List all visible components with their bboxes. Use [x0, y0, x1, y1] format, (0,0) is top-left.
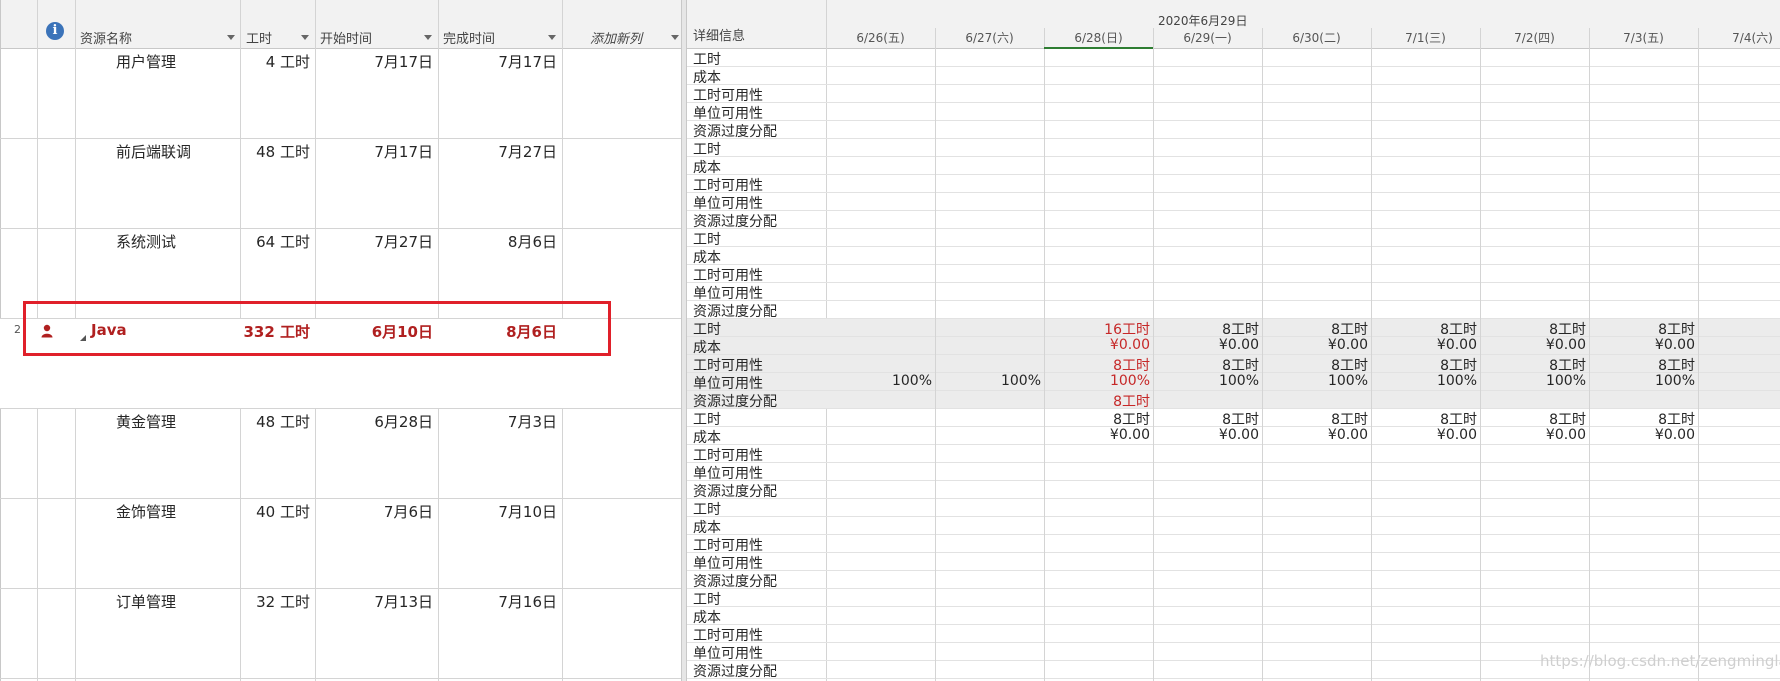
- day-header[interactable]: 7/1(三): [1371, 29, 1480, 46]
- column-header-name[interactable]: 资源名称: [80, 28, 132, 47]
- finish-date[interactable]: 7月10日: [438, 501, 560, 522]
- day-header[interactable]: 6/26(五): [826, 29, 935, 46]
- day-header[interactable]: 7/3(五): [1589, 29, 1698, 46]
- chevron-down-icon[interactable]: [424, 35, 432, 40]
- timescale-cell[interactable]: 8工时: [1371, 319, 1477, 339]
- task-name[interactable]: 黄金管理: [116, 411, 256, 432]
- timescale-cell[interactable]: 100%: [1153, 373, 1259, 389]
- chevron-down-icon[interactable]: [548, 35, 556, 40]
- timescale-cell[interactable]: 1: [1698, 373, 1780, 389]
- timescale-cell[interactable]: ¥0.00: [1589, 427, 1695, 443]
- timescale-cell[interactable]: 8工时: [1480, 409, 1586, 429]
- column-header-finish[interactable]: 完成时间: [443, 28, 495, 47]
- timescale-cell[interactable]: 100%: [1262, 373, 1368, 389]
- timescale-cell[interactable]: 8工时: [1589, 319, 1695, 339]
- work-value[interactable]: 4 工时: [240, 51, 313, 72]
- task-name[interactable]: 前后端联调: [116, 141, 256, 162]
- timescale-cell[interactable]: 100%: [826, 373, 932, 389]
- timescale-cell[interactable]: 8工时: [1480, 319, 1586, 339]
- timescale-cell[interactable]: 100%: [1589, 373, 1695, 389]
- task-name[interactable]: 订单管理: [116, 591, 256, 612]
- work-value[interactable]: 40 工时: [240, 501, 313, 522]
- timescale-cell[interactable]: 8工时: [1480, 355, 1586, 375]
- work-value[interactable]: 32 工时: [240, 591, 313, 612]
- timescale-cell[interactable]: 8工时: [1044, 391, 1150, 411]
- timescale-cell[interactable]: 8工时: [1371, 409, 1477, 429]
- timescale-cell[interactable]: ¥0.00: [1480, 337, 1586, 353]
- timescale-cell[interactable]: ¥0.00: [1371, 337, 1477, 353]
- task-name[interactable]: 用户管理: [116, 51, 256, 72]
- finish-date[interactable]: 7月17日: [438, 51, 560, 72]
- column-header-start[interactable]: 开始时间: [320, 28, 372, 47]
- task-name[interactable]: 金饰管理: [116, 501, 256, 522]
- start-date[interactable]: 7月6日: [315, 501, 436, 522]
- chevron-down-icon[interactable]: [671, 35, 679, 40]
- add-new-column[interactable]: 添加新列: [590, 28, 642, 47]
- start-date[interactable]: 7月27日: [315, 231, 436, 252]
- week-label: 2020年6月29日: [1158, 14, 1248, 28]
- finish-date[interactable]: 7月3日: [438, 411, 560, 432]
- day-header[interactable]: 6/29(一): [1153, 29, 1262, 46]
- watermark: https://blog.csdn.net/zengminglan: [1540, 652, 1780, 670]
- task-name[interactable]: 系统测试: [116, 231, 256, 252]
- start-date[interactable]: 7月17日: [315, 141, 436, 162]
- timescale-cell[interactable]: ¥0.00: [1044, 337, 1150, 353]
- timescale-cell[interactable]: 100%: [935, 373, 1041, 389]
- timescale-cell[interactable]: 100%: [1044, 373, 1150, 389]
- timescale-cell[interactable]: ¥0.00: [1480, 427, 1586, 443]
- chevron-down-icon[interactable]: [227, 35, 235, 40]
- timescale-cell[interactable]: ¥0.00: [1153, 337, 1259, 353]
- timescale-cell[interactable]: 8工时: [1153, 409, 1259, 429]
- timescale-cell[interactable]: 8工时: [1262, 355, 1368, 375]
- day-header[interactable]: 6/27(六): [935, 29, 1044, 46]
- work-value[interactable]: 64 工时: [240, 231, 313, 252]
- timescale-cell[interactable]: 16工时: [1044, 319, 1150, 339]
- timescale-cell[interactable]: 8工时: [1044, 355, 1150, 375]
- timescale-cell[interactable]: ¥0.00: [1262, 427, 1368, 443]
- timescale-cell[interactable]: 8工时: [1262, 319, 1368, 339]
- timescale-cell[interactable]: 8工时: [1044, 409, 1150, 429]
- timescale-cell[interactable]: ¥0.00: [1044, 427, 1150, 443]
- work-value[interactable]: 48 工时: [240, 141, 313, 162]
- highlight-box: [23, 301, 611, 356]
- timescale-cell[interactable]: 8工时: [1589, 355, 1695, 375]
- timescale-cell[interactable]: 8工时: [1153, 355, 1259, 375]
- finish-date[interactable]: 8月6日: [438, 231, 560, 252]
- timescale-cell[interactable]: ¥0.00: [1589, 337, 1695, 353]
- timescale-cell[interactable]: ¥0.00: [1371, 427, 1477, 443]
- day-header[interactable]: 6/28(日): [1044, 29, 1153, 46]
- day-header[interactable]: 7/2(四): [1480, 29, 1589, 46]
- timescale-cell[interactable]: 8工时: [1262, 409, 1368, 429]
- timescale-cell[interactable]: ¥0.00: [1262, 337, 1368, 353]
- chevron-down-icon[interactable]: [301, 35, 309, 40]
- timescale-cell[interactable]: 100%: [1480, 373, 1586, 389]
- details-header: 详细信息: [693, 29, 746, 44]
- finish-date[interactable]: 7月16日: [438, 591, 560, 612]
- day-header[interactable]: 7/4(六): [1698, 29, 1780, 46]
- day-header[interactable]: 6/30(二): [1262, 29, 1371, 46]
- work-value[interactable]: 48 工时: [240, 411, 313, 432]
- timescale-cell[interactable]: 8工时: [1589, 409, 1695, 429]
- finish-date[interactable]: 7月27日: [438, 141, 560, 162]
- start-date[interactable]: 7月13日: [315, 591, 436, 612]
- info-icon[interactable]: i: [46, 22, 64, 40]
- column-header-work[interactable]: 工时: [246, 28, 272, 47]
- timescale-cell[interactable]: ¥0.00: [1153, 427, 1259, 443]
- start-date[interactable]: 7月17日: [315, 51, 436, 72]
- timescale-cell[interactable]: 8工时: [1153, 319, 1259, 339]
- timescale-cell[interactable]: 8工时: [1371, 355, 1477, 375]
- start-date[interactable]: 6月28日: [315, 411, 436, 432]
- timescale-cell[interactable]: 100%: [1371, 373, 1477, 389]
- row-id: 2: [14, 323, 21, 336]
